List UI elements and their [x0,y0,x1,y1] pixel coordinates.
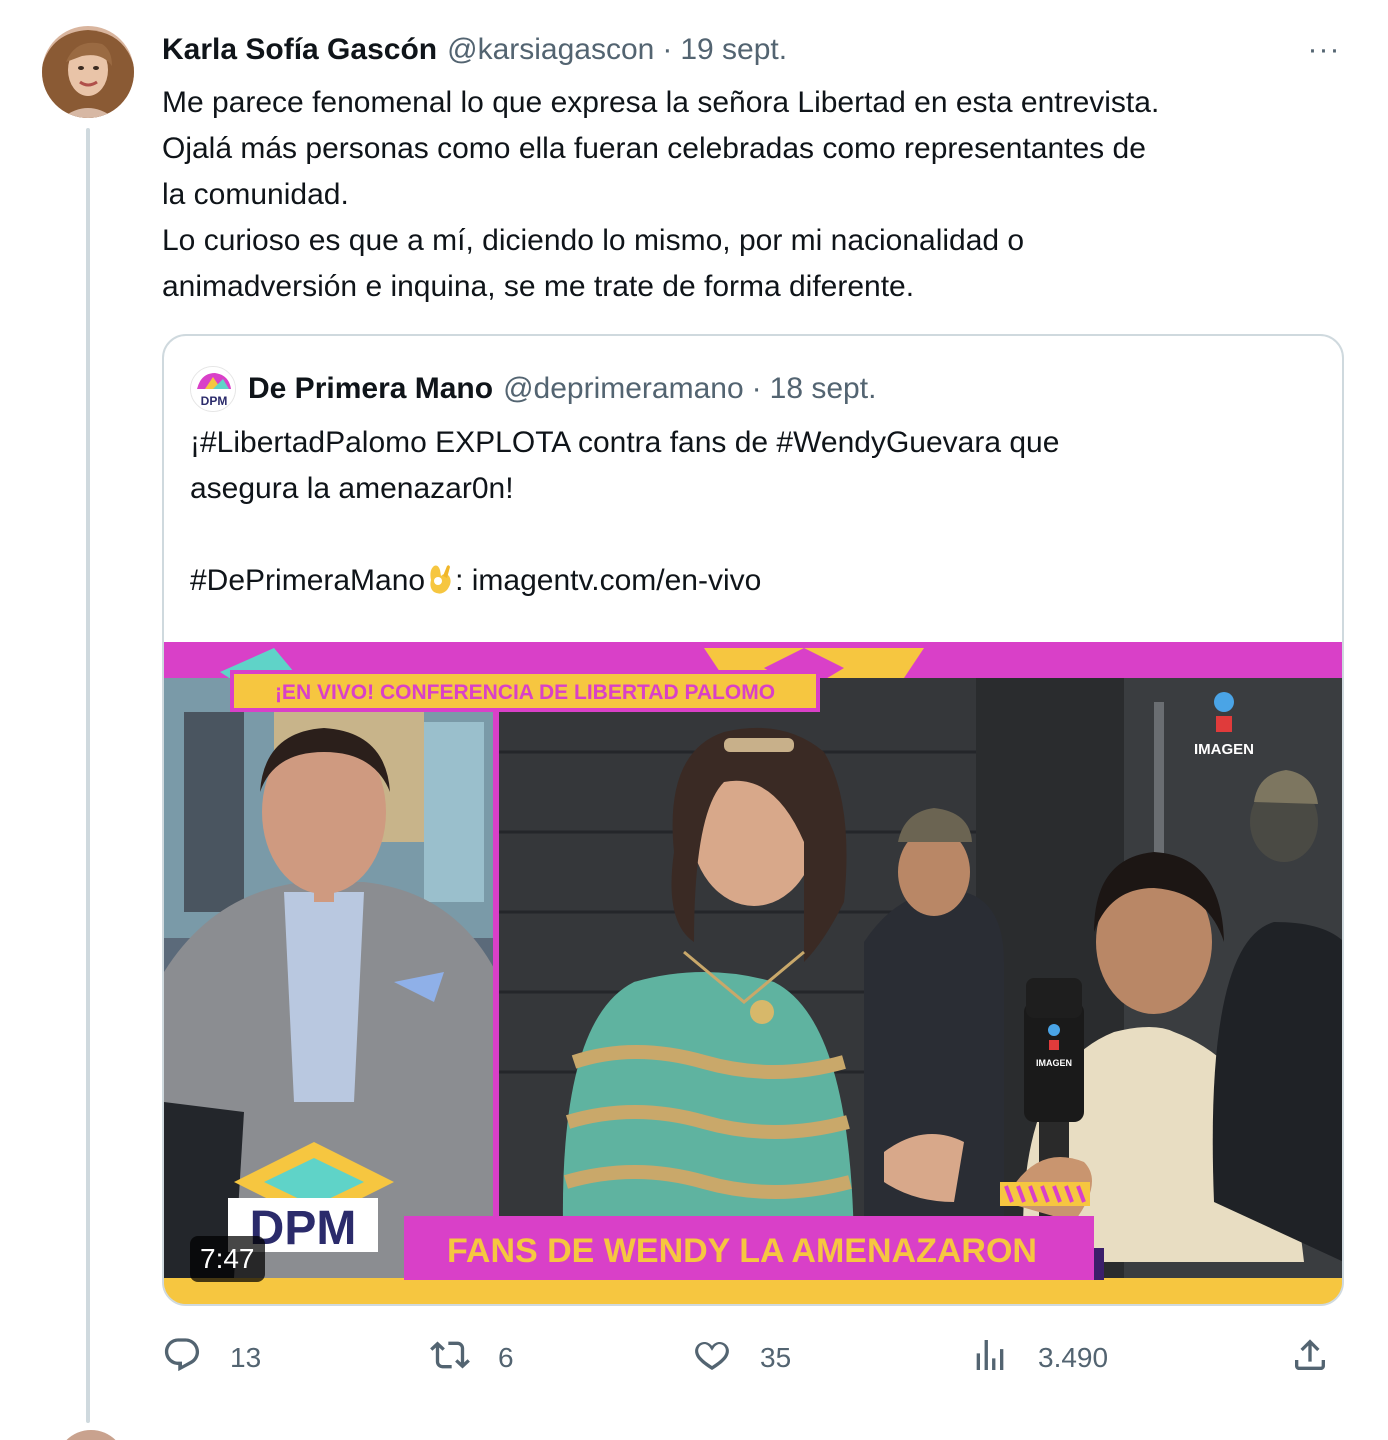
author-handle[interactable]: @karsiagascon [447,33,654,67]
tweet-header: Karla Sofía Gascón @karsiagascon · 19 se… [162,28,787,72]
tweet[interactable]: Karla Sofía Gascón @karsiagascon · 19 se… [0,0,1388,1440]
retweet-icon [430,1335,470,1382]
reply-button[interactable]: 13 [162,1330,261,1386]
quoted-author-avatar[interactable]: DPM [190,366,236,412]
retweet-button[interactable]: 6 [430,1330,514,1386]
views-button[interactable]: 3.490 [970,1330,1108,1386]
like-count: 35 [760,1342,792,1373]
quoted-author-name[interactable]: De Primera Mano [248,372,493,406]
dpm-logo-text: DPM [250,1202,357,1255]
like-button[interactable]: 35 [692,1330,791,1386]
hashtag-link[interactable]: #DePrimeraMano [190,564,425,597]
mic-flag-text: IMAGEN [1036,1058,1072,1068]
quoted-author-handle[interactable]: @deprimeramano [503,372,744,406]
quoted-blank-line [190,512,1320,558]
separator-dot: · [662,33,673,66]
quoted-header: De Primera Mano @deprimeramano · 18 sept… [248,366,876,412]
ok-hand-icon [425,560,455,596]
more-options-icon[interactable]: ··· [1300,30,1348,70]
video-player[interactable]: IMAGEN IMAGEN ¡EN VIVO! CONFERENCIA DE L… [164,642,1342,1304]
tweet-date[interactable]: 19 sept. [680,33,787,67]
author-name[interactable]: Karla Sofía Gascón [162,33,437,67]
quoted-text-line: asegura la amenazar0n! [190,472,514,505]
reply-count: 13 [230,1342,262,1373]
tweet-text-line: Lo curioso es que a mí, diciendo lo mism… [162,224,1025,257]
video-duration: 7:47 [190,1236,265,1282]
quoted-text-line: ¡#LibertadPalomo EXPLOTA contra fans de … [190,426,1060,459]
tweet-text-line: Me parece fenomenal lo que expresa la se… [162,86,1160,119]
share-button[interactable] [1290,1330,1330,1386]
quoted-separator-dot: · [751,372,762,405]
quoted-link-line: #DePrimeraMano : imagentv.com/en-vivo [190,558,1320,604]
tweet-text: Me parece fenomenal lo que expresa la se… [162,80,1352,310]
tweet-text-line: animadversión e inquina, se me trate de … [162,270,915,303]
views-chart-icon [970,1335,1010,1382]
tweet-text-line: Ojalá más personas como ella fueran cele… [162,132,1146,165]
quoted-text: ¡#LibertadPalomo EXPLOTA contra fans de … [190,420,1320,604]
tweet-text-line: la comunidad. [162,178,349,211]
quoted-tweet[interactable]: DPM De Primera Mano @deprimeramano · 18 … [162,334,1344,1306]
retweet-count: 6 [498,1342,514,1373]
network-logo-text: IMAGEN [1194,741,1254,758]
author-avatar[interactable] [42,26,134,118]
views-count: 3.490 [1038,1342,1109,1373]
quoted-date[interactable]: 18 sept. [770,372,877,406]
reply-icon [162,1335,202,1382]
tweet-actions: 13 6 35 3.490 [162,1330,1352,1386]
heart-icon [692,1335,732,1382]
imagentv-link[interactable]: : imagentv.com/en-vivo [455,564,761,597]
video-top-banner: ¡EN VIVO! CONFERENCIA DE LIBERTAD PALOMO [275,681,775,704]
next-reply-avatar[interactable] [56,1430,126,1440]
share-icon [1290,1335,1330,1382]
thread-line [86,128,90,1423]
video-bottom-banner: FANS DE WENDY LA AMENAZARON [447,1232,1037,1270]
quoted-avatar-text: DPM [201,394,228,408]
